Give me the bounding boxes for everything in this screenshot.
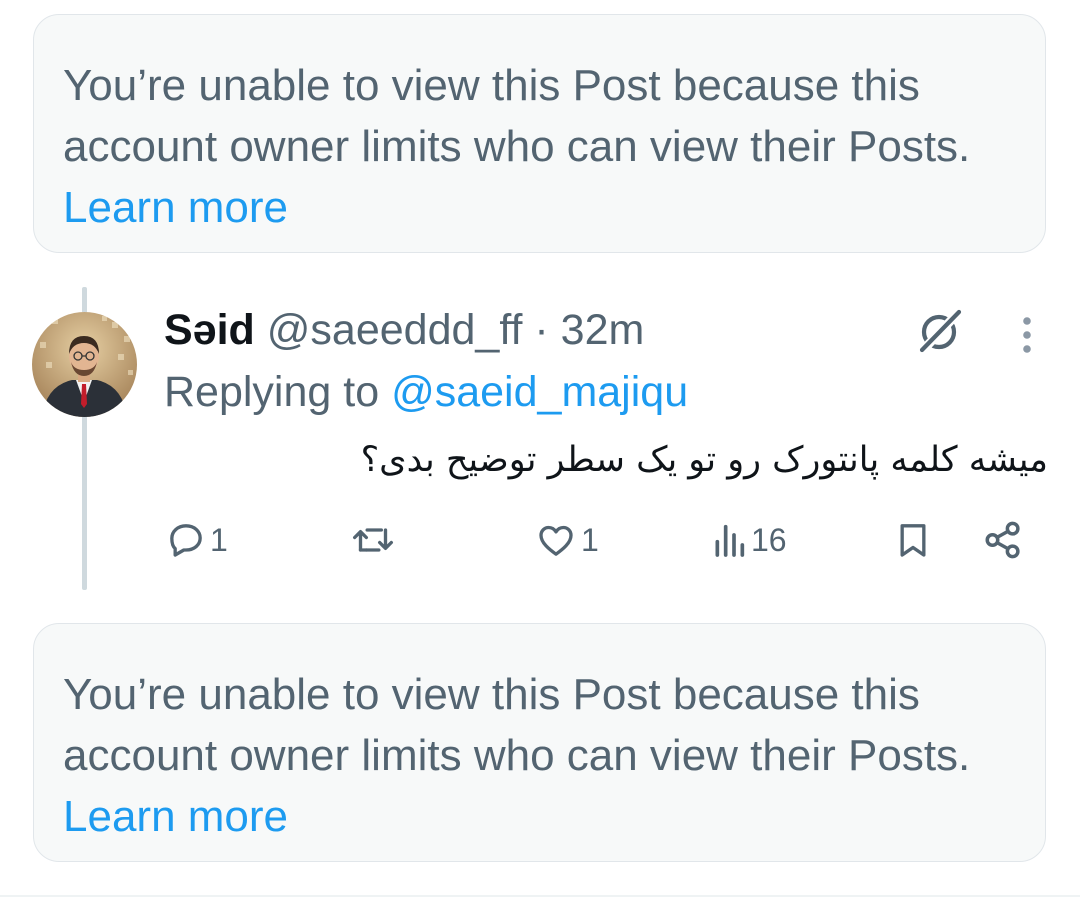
display-name[interactable]: Səid [164, 306, 255, 354]
like-count: 1 [581, 521, 599, 558]
avatar[interactable] [32, 312, 137, 417]
replying-handle-link[interactable]: @saeid_majiqu [391, 368, 688, 416]
analytics-icon [715, 524, 745, 557]
notice-text: You’re unable to view this Post because … [63, 61, 971, 171]
notice-text: You’re unable to view this Post because … [63, 670, 971, 780]
replying-to: Replying to @saeid_majiqu [164, 366, 688, 418]
views-count: 16 [751, 521, 787, 558]
reply-count: 1 [210, 521, 228, 558]
repost-icon [353, 528, 393, 552]
share-button[interactable] [982, 516, 1024, 564]
learn-more-link[interactable]: Learn more [63, 792, 288, 841]
unavailable-post-notice: You’re unable to view this Post because … [33, 623, 1046, 862]
bookmark-button[interactable] [893, 516, 933, 564]
grok-icon[interactable] [915, 307, 963, 355]
unavailable-post-notice: You’re unable to view this Post because … [33, 14, 1046, 253]
repost-button[interactable] [350, 516, 400, 564]
comment-icon [170, 524, 202, 557]
post-header: Səid @saeeddd_ff · 32m [164, 304, 644, 356]
heart-icon [539, 525, 573, 556]
like-button[interactable]: 1 [535, 516, 599, 564]
more-options-icon[interactable] [1014, 315, 1040, 355]
reply-button[interactable]: 1 [166, 516, 228, 564]
views-button[interactable]: 16 [711, 516, 787, 564]
post-time[interactable]: 32m [561, 306, 645, 354]
separator: · [522, 306, 561, 354]
post-text: میشه کلمه پانتورک رو تو یک سطر توضیح بدی… [360, 440, 1048, 480]
divider [0, 895, 1080, 897]
learn-more-link[interactable]: Learn more [63, 183, 288, 232]
replying-label: Replying to [164, 368, 392, 416]
share-icon [985, 521, 1020, 559]
user-handle[interactable]: @saeeddd_ff [267, 306, 523, 354]
bookmark-icon [900, 524, 926, 557]
user-avatar-photo-icon [32, 312, 137, 417]
